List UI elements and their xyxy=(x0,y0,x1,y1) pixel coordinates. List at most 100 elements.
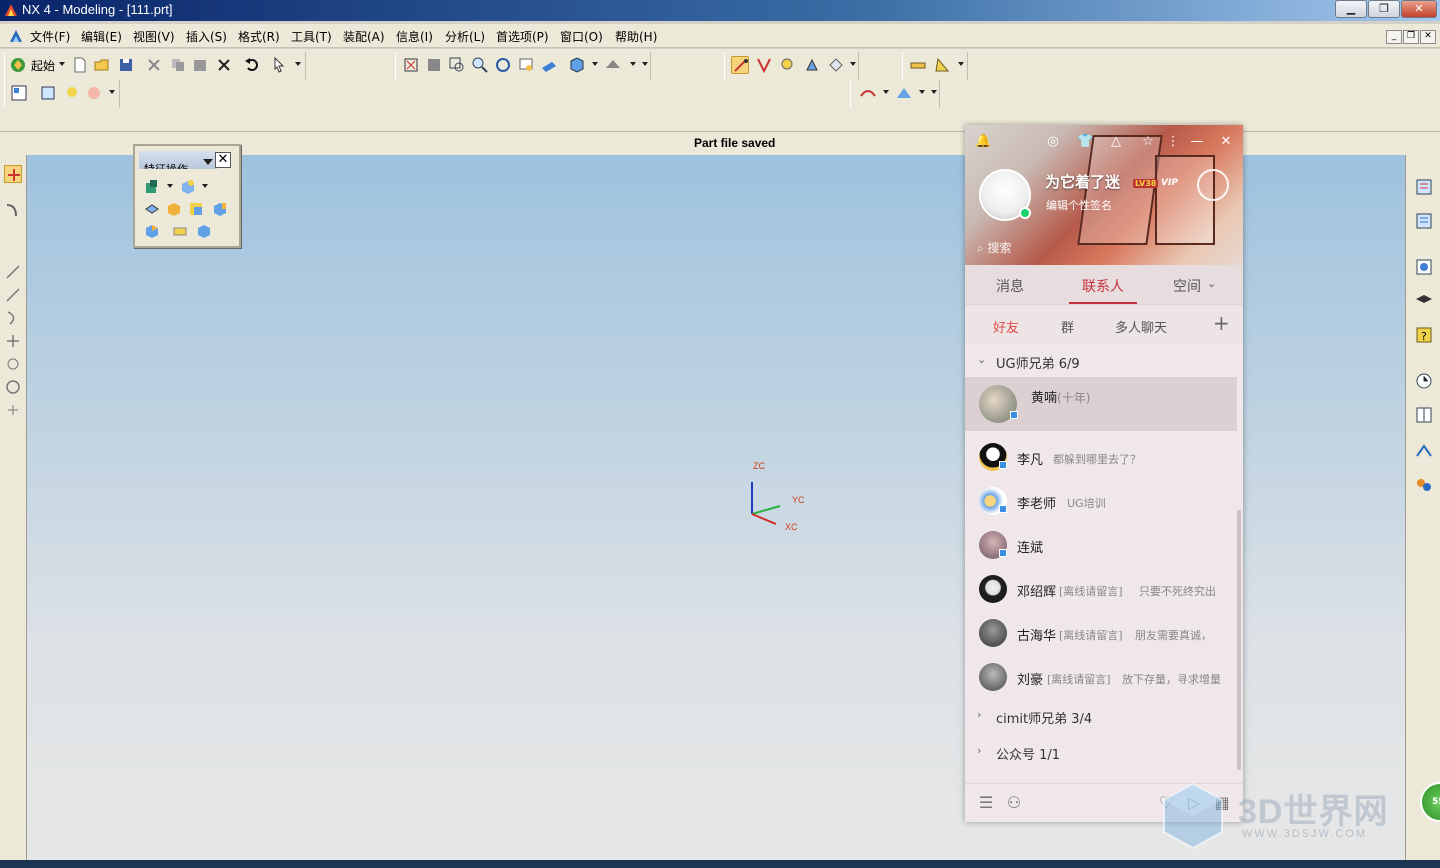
list-item[interactable]: 李老师 UG培训 xyxy=(965,479,1237,523)
menu-assembly[interactable]: 装配(A) xyxy=(343,28,385,45)
cut-icon[interactable] xyxy=(145,56,163,74)
zoom-icon[interactable] xyxy=(471,56,489,74)
qq-favorite-icon[interactable]: ☆ xyxy=(1140,134,1156,150)
part-navigator-icon[interactable] xyxy=(1414,211,1434,231)
menu-file[interactable]: 文件(F) xyxy=(30,28,70,45)
mirror-feature-icon[interactable] xyxy=(195,222,213,240)
menu-help[interactable]: 帮助(H) xyxy=(615,28,657,45)
web-browser-icon[interactable] xyxy=(1414,257,1434,277)
light-icon[interactable] xyxy=(63,84,81,102)
group-header-official[interactable]: › 公众号 1/1 xyxy=(965,737,1243,767)
copy-icon[interactable] xyxy=(169,56,187,74)
arc-icon[interactable] xyxy=(4,309,22,327)
line-icon[interactable] xyxy=(4,263,22,281)
nx-menu-icon[interactable] xyxy=(8,28,24,44)
crosshair-icon[interactable] xyxy=(4,401,22,419)
fillet-icon[interactable] xyxy=(4,332,22,350)
selection-filter-icon[interactable] xyxy=(271,56,289,74)
layer-icon[interactable] xyxy=(39,84,57,102)
shell-feature-icon[interactable] xyxy=(143,200,161,218)
roles-icon[interactable] xyxy=(1414,475,1434,495)
add-icon[interactable]: + xyxy=(1213,311,1230,335)
chamfer-feature-icon[interactable] xyxy=(143,222,161,240)
menu-window[interactable]: 窗口(O) xyxy=(560,28,603,45)
rotate-icon[interactable] xyxy=(494,56,512,74)
menu-analysis[interactable]: 分析(L) xyxy=(445,28,485,45)
fit-view-icon[interactable] xyxy=(402,56,420,74)
close-button[interactable]: ✕ xyxy=(1401,0,1437,18)
snap-dropdown-caret[interactable] xyxy=(850,62,856,66)
qq-search-input[interactable]: ⌕ 搜索 xyxy=(977,239,1012,256)
extrude-dropdown-caret[interactable] xyxy=(167,184,173,188)
list-item[interactable]: 连斌 xyxy=(965,523,1237,567)
palette-close-button[interactable]: ✕ xyxy=(215,152,231,168)
analysis-more-caret[interactable] xyxy=(931,90,937,94)
menu-edit[interactable]: 编辑(E) xyxy=(81,28,122,45)
shaded-view-icon[interactable] xyxy=(568,56,586,74)
snap-feature-icon[interactable] xyxy=(827,56,845,74)
qq-minimize-icon[interactable]: — xyxy=(1189,134,1205,150)
doc-close-button[interactable]: ✕ xyxy=(1420,30,1436,44)
qq-contacts-panel[interactable]: 🔔 ◎ 👕 △ ☆ ⋮ — ✕ 为它着了迷 LV38 VIP 编辑个性签名 ⌕ … xyxy=(965,125,1243,822)
offset-face-icon[interactable] xyxy=(187,200,205,218)
line-2-icon[interactable] xyxy=(4,286,22,304)
subtab-groups[interactable]: 群 xyxy=(1061,317,1074,336)
list-item[interactable]: 刘豪 [离线请留言] 放下存量，寻求增量 xyxy=(965,655,1237,699)
measure-dropdown-caret[interactable] xyxy=(958,62,964,66)
menu-preferences[interactable]: 首选项(P) xyxy=(496,28,549,45)
qq-medal-icon[interactable]: ◎ xyxy=(1045,134,1061,150)
feature-operations-palette[interactable]: 特征操作 ✕ xyxy=(133,144,241,248)
list-item[interactable]: 邓绍辉 [离线请留言] 只要不死终究出 xyxy=(965,567,1237,611)
sketch-icon[interactable] xyxy=(4,165,22,183)
curve-analysis-icon[interactable] xyxy=(859,84,877,102)
qq-online-status-icon[interactable] xyxy=(1019,207,1031,219)
curve-analysis-caret[interactable] xyxy=(883,90,889,94)
zoom-window-icon[interactable] xyxy=(448,56,466,74)
subtab-multichat[interactable]: 多人聊天 xyxy=(1115,317,1167,336)
menu-tools[interactable]: 工具(T) xyxy=(291,28,332,45)
sketch-curve-icon[interactable] xyxy=(4,201,22,219)
help-icon[interactable]: ? xyxy=(1414,325,1434,345)
perspective-icon[interactable] xyxy=(540,56,558,74)
qq-notification-bell-icon[interactable]: 🔔 xyxy=(975,134,991,150)
thicken-feature-icon[interactable] xyxy=(171,222,189,240)
snap-curve-icon[interactable] xyxy=(755,56,773,74)
undo-icon[interactable] xyxy=(243,56,261,74)
render-style-caret[interactable] xyxy=(592,62,598,66)
save-icon[interactable] xyxy=(117,56,135,74)
extrude-feature-icon[interactable] xyxy=(143,178,161,196)
open-folder-icon[interactable] xyxy=(93,56,111,74)
list-item[interactable]: 古海华 [离线请留言] 朋友需要真诚， xyxy=(965,611,1237,655)
snap-body-icon[interactable] xyxy=(803,56,821,74)
start-icon[interactable] xyxy=(9,56,27,74)
list-item[interactable]: 黄喃(十年) xyxy=(965,377,1237,431)
view-toolbar-more-caret[interactable] xyxy=(642,62,648,66)
measure-distance-icon[interactable] xyxy=(909,56,927,74)
zoom-box-icon[interactable] xyxy=(425,56,443,74)
qq-more-icon[interactable]: ⋮ xyxy=(1165,134,1181,150)
chevron-down-icon[interactable]: ⌄ xyxy=(1207,277,1216,290)
tab-messages[interactable]: 消息 xyxy=(996,276,1024,296)
point-icon[interactable] xyxy=(4,355,22,373)
menu-insert[interactable]: 插入(S) xyxy=(186,28,227,45)
start-dropdown-caret[interactable] xyxy=(59,62,65,66)
doc-restore-button[interactable]: ❐ xyxy=(1403,30,1419,44)
qq-close-icon[interactable]: ✕ xyxy=(1218,134,1234,150)
process-studio-icon[interactable] xyxy=(1414,441,1434,461)
system-materials-icon[interactable] xyxy=(1414,405,1434,425)
subtab-friends[interactable]: 好友 xyxy=(993,317,1019,336)
draft-feature-icon[interactable] xyxy=(165,200,183,218)
menu-view[interactable]: 视图(V) xyxy=(133,28,175,45)
menu-format[interactable]: 格式(R) xyxy=(238,28,280,45)
measure-angle-icon[interactable] xyxy=(933,56,951,74)
pan-icon[interactable] xyxy=(517,56,535,74)
new-file-icon[interactable] xyxy=(71,56,89,74)
surface-analysis-icon[interactable] xyxy=(895,84,913,102)
circle-icon[interactable] xyxy=(4,378,22,396)
qq-scrollbar[interactable] xyxy=(1237,510,1241,770)
add-friend-icon[interactable]: ⚇ xyxy=(1005,794,1023,812)
surface-analysis-caret[interactable] xyxy=(919,90,925,94)
delete-icon[interactable] xyxy=(215,56,233,74)
trim-body-icon[interactable] xyxy=(211,200,229,218)
start-button[interactable]: 起始 xyxy=(31,57,55,74)
